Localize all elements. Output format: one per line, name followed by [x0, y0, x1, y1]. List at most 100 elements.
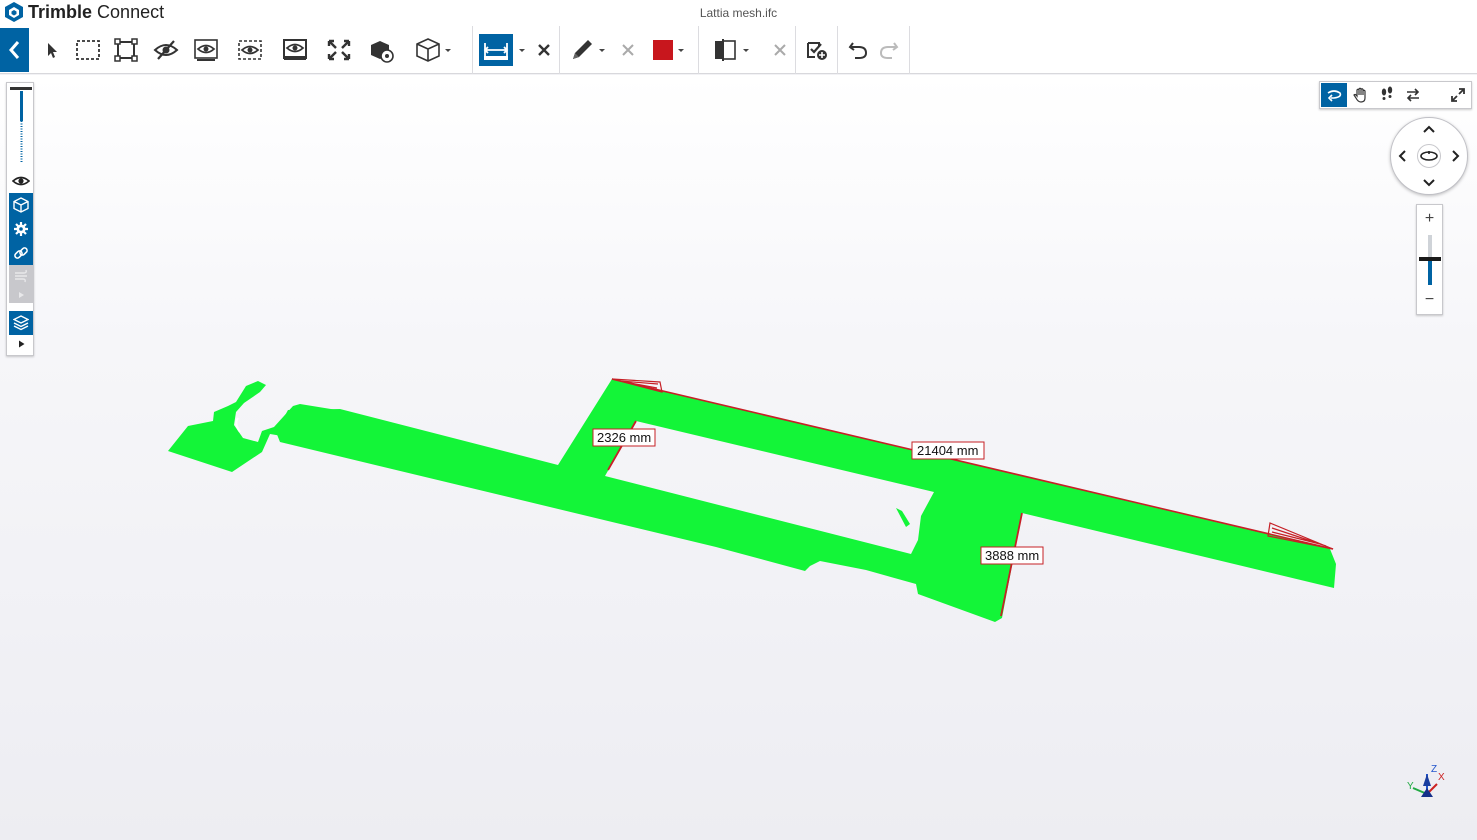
axis-y-label: Y [1407, 781, 1414, 792]
slider-track-icon [10, 87, 32, 163]
object-settings-button[interactable] [367, 34, 395, 66]
mesh-main-body [276, 379, 1336, 622]
footsteps-icon [1381, 86, 1393, 100]
section-plane-button[interactable] [703, 34, 761, 66]
markup-pen-button[interactable] [564, 34, 614, 66]
chevron-down-icon [1423, 179, 1435, 187]
dimension-label-3888[interactable]: 3888 mm [980, 546, 1044, 565]
hand-icon [1353, 87, 1366, 103]
close-icon [538, 44, 550, 56]
left-side-panel [6, 82, 34, 356]
links-button[interactable] [9, 241, 33, 265]
box-select-button[interactable] [74, 34, 102, 66]
color-swatch [653, 40, 673, 60]
dimension-text: 21404 mm [917, 443, 978, 458]
section-clear-button[interactable] [769, 34, 791, 66]
toolbar-divider [837, 26, 838, 74]
redo-icon [879, 42, 899, 59]
toolbar-divider [472, 26, 473, 74]
models-button[interactable] [9, 193, 33, 217]
axis-x-label: X [1438, 772, 1445, 783]
undo-button[interactable] [845, 34, 871, 66]
floor-mesh[interactable] [168, 379, 1336, 622]
fit-selection-button[interactable] [112, 34, 140, 66]
walk-mode-button[interactable] [1374, 83, 1400, 107]
back-icon [9, 41, 20, 59]
play-icon [19, 340, 25, 348]
show-button[interactable] [236, 34, 264, 66]
chevron-left-icon [1398, 150, 1406, 162]
isolate-icon [194, 39, 218, 61]
axis-triad: Z X Y [1407, 764, 1445, 797]
zoom-slider-handle[interactable] [1419, 257, 1441, 261]
toolbar-divider [795, 26, 796, 74]
expand-icon [1451, 88, 1465, 102]
fullscreen-button[interactable] [1445, 83, 1471, 107]
zoom-slider[interactable] [1417, 231, 1442, 289]
settings-button[interactable] [9, 217, 33, 241]
expand-panel-button[interactable] [9, 335, 33, 353]
navigation-mode-bar [1319, 81, 1472, 109]
nav-right-button[interactable] [1447, 147, 1465, 165]
show-all-icon [283, 39, 307, 60]
zoom-selected-button[interactable] [803, 34, 831, 66]
eye-icon [12, 176, 30, 186]
undo-icon [848, 42, 868, 59]
file-title: Lattia mesh.ifc [699, 6, 778, 20]
redo-button[interactable] [876, 34, 902, 66]
close-icon [774, 44, 786, 56]
zoom-selected-icon [807, 42, 827, 60]
orbit-mode-button[interactable] [1321, 83, 1347, 107]
axis-z-label: Z [1431, 764, 1437, 775]
switch-mode-button[interactable] [1400, 83, 1426, 107]
layers-button[interactable] [9, 311, 33, 335]
nav-left-button[interactable] [1393, 147, 1411, 165]
clip-slider[interactable] [9, 85, 33, 169]
section-plane-icon [715, 39, 736, 61]
measure-button[interactable] [479, 34, 513, 66]
view-cube-button[interactable] [410, 34, 460, 66]
fit-all-button[interactable] [325, 34, 353, 66]
zoom-control: + − [1416, 204, 1443, 315]
disabled-play-button[interactable] [9, 287, 33, 303]
navigation-compass [1390, 117, 1468, 195]
pan-mode-button[interactable] [1348, 83, 1374, 107]
markup-clear-button[interactable] [617, 34, 639, 66]
zoom-out-button[interactable]: − [1417, 289, 1442, 311]
nav-down-button[interactable] [1420, 174, 1438, 192]
orbit-icon [1420, 151, 1438, 161]
select-button[interactable] [40, 34, 64, 66]
box-select-icon [76, 40, 100, 60]
zoom-in-button[interactable]: + [1417, 208, 1442, 230]
dimension-text: 3888 mm [985, 548, 1039, 563]
dimension-label-21404[interactable]: 21404 mm [911, 441, 985, 460]
cube-icon [13, 197, 29, 213]
hide-icon [153, 40, 179, 60]
chevron-down-icon [519, 49, 525, 52]
chevron-down-icon [678, 49, 684, 52]
nav-up-button[interactable] [1420, 120, 1438, 138]
nav-center-button[interactable] [1417, 144, 1441, 168]
measure-clear-button[interactable] [533, 34, 555, 66]
back-button[interactable] [0, 28, 29, 72]
measure-icon [483, 43, 509, 60]
link-icon [14, 247, 28, 259]
viewport-3d[interactable]: 2326 mm 21404 mm 3888 mm Z X Y [0, 75, 1477, 840]
show-all-button[interactable] [281, 34, 309, 66]
markup-color-button[interactable] [647, 34, 693, 66]
dimension-label-2326[interactable]: 2326 mm [592, 428, 656, 447]
toolbar-divider [559, 26, 560, 74]
main-toolbar [0, 26, 1477, 74]
fit-all-icon [327, 39, 351, 61]
model-scene[interactable]: 2326 mm 21404 mm 3888 mm Z X Y [0, 75, 1477, 840]
object-settings-icon [371, 41, 394, 63]
visibility-button[interactable] [9, 169, 33, 193]
hide-button[interactable] [152, 34, 180, 66]
isolate-button[interactable] [192, 34, 220, 66]
measure-dropdown[interactable] [514, 34, 530, 66]
gear-icon [14, 222, 28, 236]
toolbar-divider [698, 26, 699, 74]
select-icon [48, 43, 57, 58]
view-cube-icon [416, 38, 440, 62]
disabled-tool-button[interactable] [9, 265, 33, 287]
